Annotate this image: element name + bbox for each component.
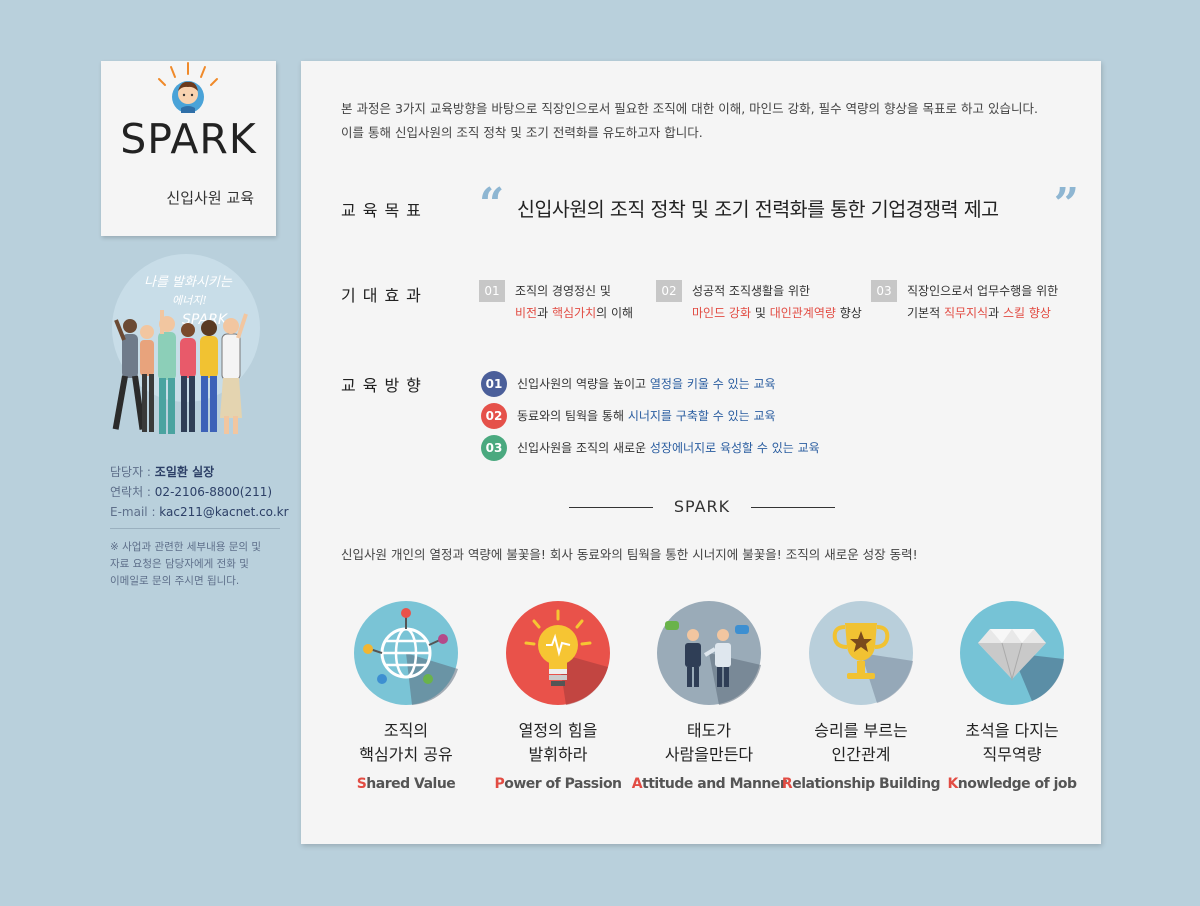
effect-highlight: 마인드 강화 xyxy=(692,306,752,320)
effect-number-badge: 02 xyxy=(656,280,682,302)
goal-text: 신입사원의 조직 정착 및 조기 전력화를 통한 기업경쟁력 제고 xyxy=(517,198,999,221)
logo-subtitle: 신입사원 교육 xyxy=(166,189,254,207)
direction-highlight: 열정을 키울 수 있는 교육 xyxy=(649,377,776,391)
trophy-icon xyxy=(809,601,913,705)
expected-effects: 01 조직의 경영정신 및 비전과 핵심가치의 이해 02 성공적 조직생활을 … xyxy=(479,280,1079,326)
effect-connector: 과 xyxy=(988,306,1003,320)
value-initial: S xyxy=(356,776,367,792)
team-illustration: 나를 발화시키는 에너지! SPARK xyxy=(112,254,260,434)
direction-number-badge: 03 xyxy=(481,435,507,461)
manager-label: 담당자 : xyxy=(110,465,155,479)
section-label-directions: 교육방향 xyxy=(341,376,428,395)
illustration-slogan-line1: 나를 발화시키는 xyxy=(144,275,233,290)
phone-label: 연락처 : xyxy=(110,485,155,499)
open-quote-icon: “ xyxy=(479,179,505,230)
effect-line: 조직의 경영정신 및 xyxy=(515,284,611,298)
intro-text: 본 과정은 3가지 교육방향을 바탕으로 직장인으로서 필요한 조직에 대한 이… xyxy=(341,97,1081,145)
phone-row: 연락처 : 02-2106-8800(211) xyxy=(110,482,285,502)
direction-number-badge: 01 xyxy=(481,371,507,397)
effect-number-badge: 03 xyxy=(871,280,897,302)
value-title: 승리를 부르는 인간관계 xyxy=(814,721,908,764)
value-english-rest: ower of Passion xyxy=(504,776,622,792)
value-english-rest: nowledge of job xyxy=(957,776,1077,792)
direction-highlight: 성장에너지로 육성할 수 있는 교육 xyxy=(649,441,820,455)
direction-highlight: 시너지를 구축할 수 있는 교육 xyxy=(627,409,776,423)
value-english-rest: ttitude and Manner xyxy=(642,776,787,792)
divider-line xyxy=(751,507,835,508)
direction-item: 03 신입사원을 조직의 새로운 성장에너지로 육성할 수 있는 교육 xyxy=(481,433,1081,465)
intro-line: 본 과정은 3가지 교육방향을 바탕으로 직장인으로서 필요한 조직에 대한 이… xyxy=(341,101,1038,116)
effect-highlight: 대인관계역량 xyxy=(769,306,836,320)
direction-item: 02 동료와의 팀웍을 통해 시너지를 구축할 수 있는 교육 xyxy=(481,401,1081,433)
contact-divider xyxy=(110,528,280,529)
effect-number-badge: 01 xyxy=(479,280,505,302)
spark-values: 조직의 핵심가치 공유 Shared Value 열정의 힘을 발휘하라 Pow… xyxy=(331,599,1091,799)
value-english-name: Relationship Building xyxy=(780,776,942,792)
effect-highlight: 스킬 향상 xyxy=(1002,306,1051,320)
section-label-effects: 기대효과 xyxy=(341,286,428,305)
effect-prefix: 기본적 xyxy=(907,306,944,320)
effect-highlight: 핵심가치 xyxy=(551,306,597,320)
globe-network-icon xyxy=(354,601,458,705)
value-initial: A xyxy=(631,776,643,792)
spark-tagline: 신입사원 개인의 열정과 역량에 불꽃을! 회사 동료와의 팀웍을 통한 시너지… xyxy=(341,547,918,562)
email-row: E-mail : kac211@kacnet.co.kr xyxy=(110,502,289,522)
effect-highlight: 직무지식 xyxy=(943,306,989,320)
effect-tail: 향상 xyxy=(835,306,862,320)
note-line: ※ 사업과 관련한 세부내용 문의 및 xyxy=(110,541,262,553)
value-english-name: Power of Passion xyxy=(477,776,639,792)
goal-statement: “ 신입사원의 조직 정착 및 조기 전력화를 통한 기업경쟁력 제고 ” xyxy=(479,183,1079,227)
manager-name: 조일환 실장 xyxy=(154,465,215,479)
spark-logo-card: SPARK 신입사원 교육 xyxy=(101,61,276,236)
intro-line: 이를 통해 신입사원의 조직 정착 및 조기 전력화를 유도하고자 합니다. xyxy=(341,125,703,140)
value-title: 태도가 사람을만든다 xyxy=(664,721,754,764)
direction-text: 신입사원을 조직의 새로운 xyxy=(517,441,650,455)
note-line: 자료 요청은 담당자에게 전화 및 xyxy=(110,558,249,570)
value-english-name: Shared Value xyxy=(325,776,487,792)
effect-tail: 의 이해 xyxy=(596,306,634,320)
effect-connector: 및 xyxy=(751,306,770,320)
value-english-name: Attitude and Manner xyxy=(628,776,790,792)
inquiry-note: ※ 사업과 관련한 세부내용 문의 및 자료 요청은 담당자에게 전화 및 이메… xyxy=(110,539,285,590)
business-people-icon xyxy=(657,601,761,705)
contact-info: 담당자 : 조일환 실장 연락처 : 02-2106-8800(211) E-m… xyxy=(110,462,289,590)
logo-wordmark: SPARK xyxy=(120,115,257,163)
value-initial: R xyxy=(781,776,793,792)
section-label-goal: 교육목표 xyxy=(341,201,428,220)
illustration-slogan-line2: 에너지! xyxy=(172,294,207,307)
direction-item: 01 신입사원의 역량을 높이고 열정을 키울 수 있는 교육 xyxy=(481,369,1081,401)
direction-number-badge: 02 xyxy=(481,403,507,429)
phone-number: 02-2106-8800(211) xyxy=(154,485,273,499)
course-overview-card: 본 과정은 3가지 교육방향을 바탕으로 직장인으로서 필요한 조직에 대한 이… xyxy=(301,61,1101,844)
effect-highlight: 비전 xyxy=(515,306,538,320)
value-english-name: Knowledge of job xyxy=(931,776,1093,792)
value-title: 열정의 힘을 발휘하라 xyxy=(518,721,598,764)
manager-row: 담당자 : 조일환 실장 xyxy=(110,462,285,482)
email-link[interactable]: kac211@kacnet.co.kr xyxy=(159,505,288,519)
spark-divider: SPARK xyxy=(569,497,835,517)
diamond-icon xyxy=(960,601,1064,705)
effect-connector: 과 xyxy=(537,306,552,320)
effect-line: 직장인으로서 업무수행을 위한 xyxy=(907,284,1059,298)
email-label: E-mail : xyxy=(110,505,160,519)
value-title: 조직의 핵심가치 공유 xyxy=(359,721,453,764)
value-english-rest: elationship Building xyxy=(792,776,941,792)
value-initial: P xyxy=(494,776,505,792)
note-line: 이메일로 문의 주시면 됩니다. xyxy=(110,575,240,587)
direction-text: 동료와의 팀웍을 통해 xyxy=(517,409,628,423)
close-quote-icon: ” xyxy=(1053,179,1079,230)
education-directions: 01 신입사원의 역량을 높이고 열정을 키울 수 있는 교육 02 동료와의 … xyxy=(481,369,1081,465)
lightbulb-icon xyxy=(506,601,610,705)
effect-line: 성공적 조직생활을 위한 xyxy=(692,284,811,298)
value-initial: K xyxy=(947,776,958,792)
direction-text: 신입사원의 역량을 높이고 xyxy=(517,377,650,391)
value-title: 초석을 다지는 직무역량 xyxy=(965,721,1059,764)
value-english-rest: hared Value xyxy=(366,776,456,792)
